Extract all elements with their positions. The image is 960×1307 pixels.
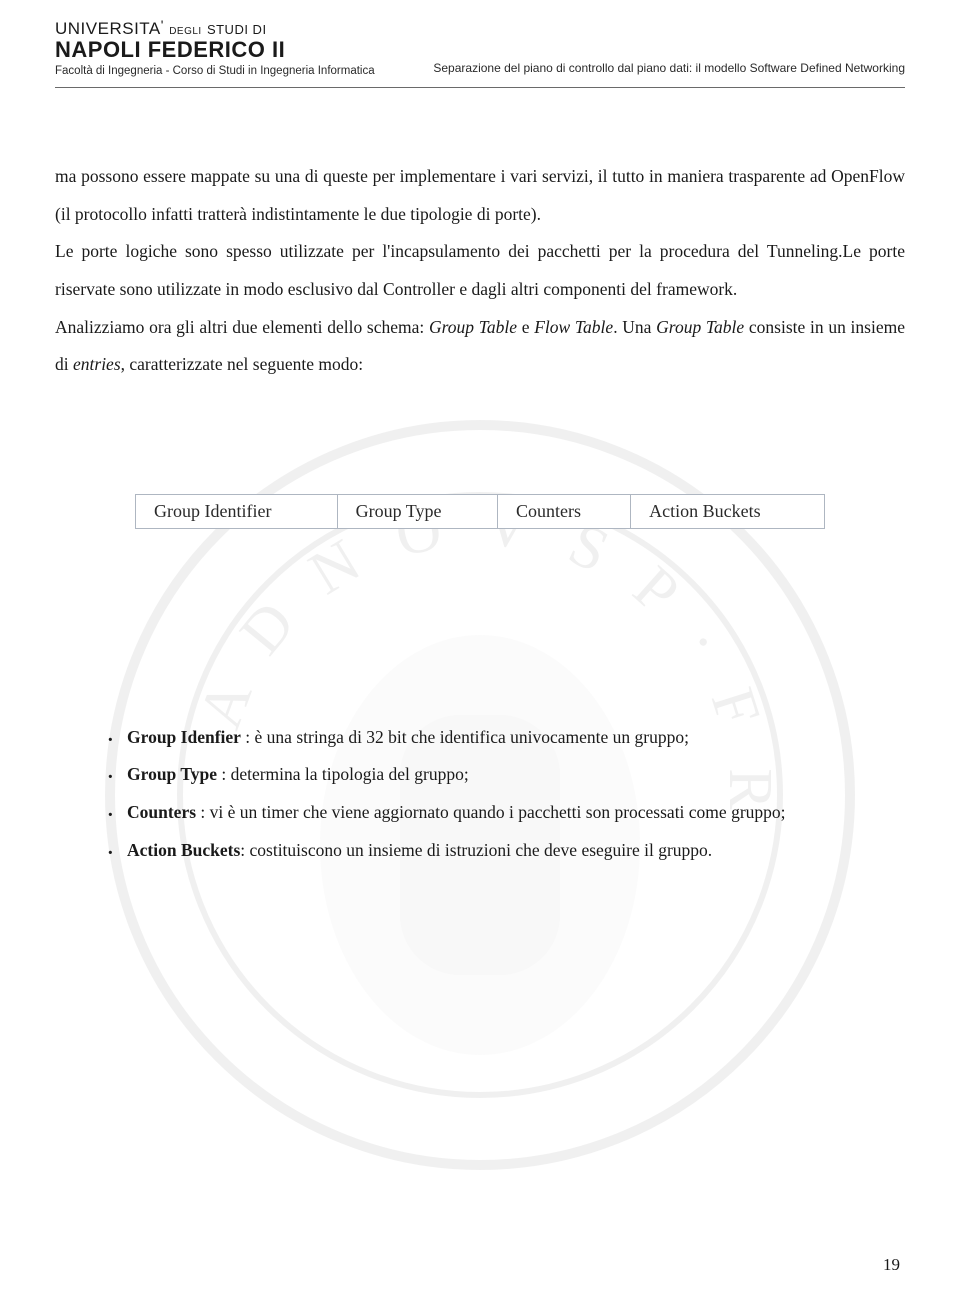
logo-studi-di: STUDI DI bbox=[207, 22, 267, 37]
list-item: Group Type : determina la tipologia del … bbox=[107, 756, 905, 794]
logo-napoli: NAPOLI FEDERICO II bbox=[55, 38, 375, 61]
logo-apostrophe: ' bbox=[161, 17, 164, 33]
b4-term: Action Buckets bbox=[127, 840, 240, 860]
list-item: Action Buckets: costituiscono un insieme… bbox=[107, 832, 905, 870]
b2-term: Group Type bbox=[127, 764, 217, 784]
group-entry-table-wrapper: Group Identifier Group Type Counters Act… bbox=[135, 494, 825, 529]
p3-a: Analizziamo ora gli altri due elementi d… bbox=[55, 317, 429, 337]
paragraph-2: Le porte logiche sono spesso utilizzate … bbox=[55, 233, 905, 308]
cell-action-buckets: Action Buckets bbox=[631, 494, 825, 528]
table-row: Group Identifier Group Type Counters Act… bbox=[136, 494, 825, 528]
paragraph-1: ma possono essere mappate su una di ques… bbox=[55, 158, 905, 233]
group-entry-table: Group Identifier Group Type Counters Act… bbox=[135, 494, 825, 529]
b3-term: Counters bbox=[127, 802, 196, 822]
b1-desc: : è una stringa di 32 bit che identifica… bbox=[241, 727, 689, 747]
p3-flow-table: Flow Table bbox=[534, 317, 613, 337]
logo-degli: DEGLI bbox=[169, 26, 202, 37]
p3-group-table-2: Group Table bbox=[656, 317, 744, 337]
header-doc-title: Separazione del piano di controllo dal p… bbox=[433, 61, 905, 77]
p3-group-table-1: Group Table bbox=[429, 317, 517, 337]
p3-i: , caratterizzate nel seguente modo: bbox=[121, 354, 363, 374]
header-faculty: Facoltà di Ingegneria - Corso di Studi i… bbox=[55, 65, 375, 77]
cell-counters: Counters bbox=[498, 494, 631, 528]
list-item: Group Idenfier : è una stringa di 32 bit… bbox=[107, 719, 905, 757]
logo-universita: UNIVERSITA bbox=[55, 19, 161, 38]
logo-line-1: UNIVERSITA' DEGLI STUDI DI bbox=[55, 20, 375, 38]
p1-text: ma possono essere mappate su una di ques… bbox=[55, 166, 905, 224]
b4-desc: : costituiscono un insieme di istruzioni… bbox=[240, 840, 712, 860]
page-number: 19 bbox=[883, 1255, 900, 1275]
b2-desc: : determina la tipologia del gruppo; bbox=[217, 764, 469, 784]
cell-group-identifier: Group Identifier bbox=[136, 494, 338, 528]
p3-entries: entries bbox=[73, 354, 121, 374]
page-header: UNIVERSITA' DEGLI STUDI DI NAPOLI FEDERI… bbox=[55, 20, 905, 83]
cell-group-type: Group Type bbox=[337, 494, 497, 528]
university-logo: UNIVERSITA' DEGLI STUDI DI NAPOLI FEDERI… bbox=[55, 20, 375, 77]
paragraph-3: Analizziamo ora gli altri due elementi d… bbox=[55, 309, 905, 384]
p3-c: e bbox=[517, 317, 534, 337]
b1-term: Group Idenfier bbox=[127, 727, 241, 747]
list-item: Counters : vi è un timer che viene aggio… bbox=[107, 794, 905, 832]
bullet-list: Group Idenfier : è una stringa di 32 bit… bbox=[55, 719, 905, 870]
b3-desc: : vi è un timer che viene aggiornato qua… bbox=[196, 802, 785, 822]
header-divider bbox=[55, 87, 905, 88]
body-text: ma possono essere mappate su una di ques… bbox=[55, 158, 905, 384]
p3-e: . Una bbox=[613, 317, 656, 337]
